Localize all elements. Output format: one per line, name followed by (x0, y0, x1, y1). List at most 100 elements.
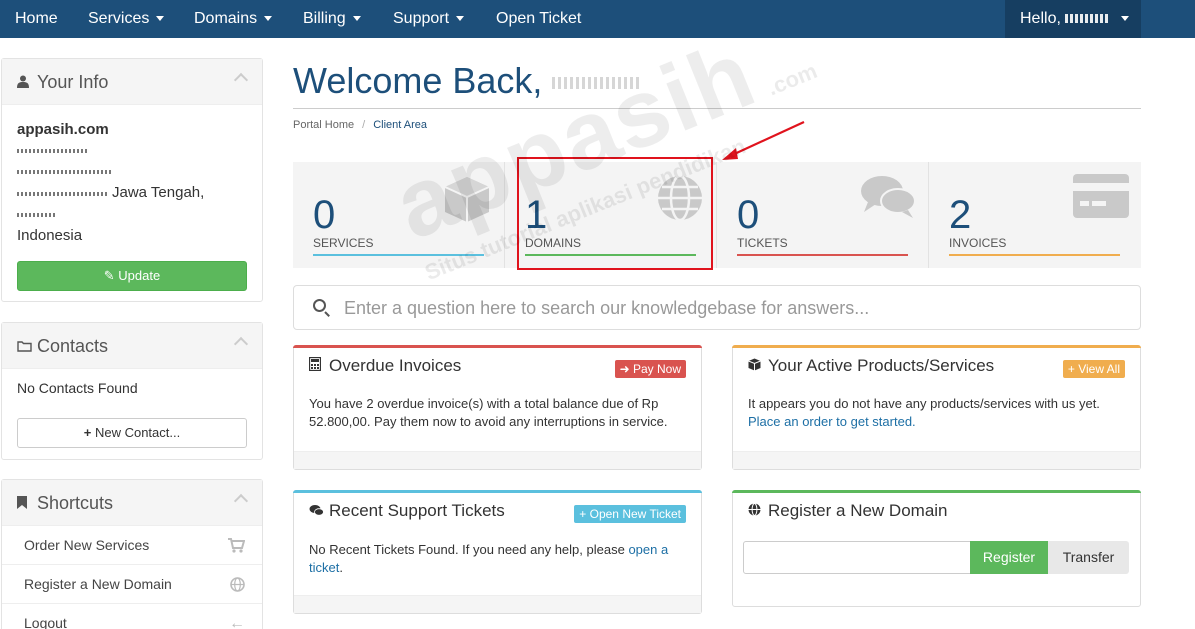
arrow-left-icon: ← (229, 615, 245, 629)
services-accent-bar (313, 254, 484, 256)
panel-heading[interactable]: Your Info (2, 59, 262, 105)
bookmark-icon (17, 481, 31, 527)
client-country: Indonesia (17, 226, 83, 244)
active-products-text: It appears you do not have any products/… (748, 396, 1100, 429)
tile-services[interactable]: 0 SERVICES (293, 162, 505, 268)
overdue-invoices-text: You have 2 overdue invoice(s) with a tot… (309, 396, 668, 429)
chevron-up-icon[interactable] (233, 493, 249, 509)
stats-tiles: 0 SERVICES 1 DOMAINS 0 TICKETS 2 INVOICE… (293, 162, 1141, 268)
chevron-up-icon[interactable] (233, 336, 249, 352)
plus-icon: + (579, 507, 587, 521)
domain-search-input[interactable] (743, 541, 971, 574)
new-contact-button[interactable]: + New Contact... (17, 418, 247, 448)
client-company: appasih.com (17, 121, 109, 138)
tickets-label: TICKETS (737, 236, 788, 250)
tile-tickets[interactable]: 0 TICKETS (717, 162, 929, 268)
client-details: appasih.com Jawa Tengah, Indonesia (2, 105, 262, 246)
card-title: Recent Support Tickets (309, 501, 505, 521)
nav-domains[interactable]: Domains (194, 0, 273, 38)
caret-down-icon (156, 16, 165, 22)
redacted-line (17, 161, 247, 182)
shortcut-register-domain[interactable]: Register a New Domain (2, 565, 262, 604)
panel-heading[interactable]: Shortcuts (2, 480, 262, 526)
comments-icon (309, 504, 325, 519)
card-footer (733, 451, 1140, 469)
tickets-count: 0 (737, 193, 760, 237)
view-all-button[interactable]: + View All (1062, 360, 1125, 378)
active-products-card: Your Active Products/Services + View All… (732, 345, 1141, 470)
card-accent (293, 345, 702, 348)
no-contacts-text: No Contacts Found (17, 380, 138, 396)
nav-services[interactable]: Services (88, 0, 165, 38)
transfer-button[interactable]: Transfer (1048, 541, 1129, 574)
top-navbar: Home Services Domains Billing Support Op… (0, 0, 1195, 38)
breadcrumb-home[interactable]: Portal Home (293, 119, 354, 131)
register-button[interactable]: Register (970, 541, 1048, 574)
card-footer (294, 451, 701, 469)
your-info-panel: Your Info appasih.com Jawa Tengah, Indon… (1, 58, 263, 302)
account-menu[interactable]: Hello, (1005, 0, 1141, 38)
shortcut-logout[interactable]: Logout ← (2, 604, 262, 629)
support-tickets-text: No Recent Tickets Found. If you need any… (309, 542, 669, 575)
page-title: Welcome Back, (293, 60, 643, 102)
caret-down-icon (352, 16, 361, 22)
arrow-right-icon: ➜ (619, 362, 630, 376)
card-footer (294, 595, 701, 613)
knowledgebase-search (293, 285, 1141, 330)
invoices-count: 2 (949, 193, 972, 237)
card-accent (732, 345, 1141, 348)
place-order-link[interactable]: Place an order to get started. (748, 414, 916, 429)
invoices-label: INVOICES (949, 236, 1007, 250)
card-title: Your Active Products/Services (748, 356, 994, 376)
contacts-panel: Contacts No Contacts Found + New Contact… (1, 322, 263, 460)
pay-now-button[interactable]: ➜ Pay Now (614, 360, 686, 378)
title-divider (293, 108, 1141, 109)
cube-icon (748, 358, 764, 374)
comments-icon (860, 174, 916, 225)
redacted-line (17, 140, 247, 161)
search-icon (313, 299, 326, 312)
pencil-icon: ✎ (103, 268, 115, 283)
calculator-icon (308, 356, 325, 374)
tile-invoices[interactable]: 2 INVOICES (929, 162, 1141, 268)
user-icon (17, 60, 31, 106)
nav-support[interactable]: Support (393, 0, 465, 38)
panel-heading[interactable]: Contacts (2, 323, 262, 369)
redacted-username (1065, 14, 1110, 24)
services-count: 0 (313, 193, 336, 237)
nav-open-ticket[interactable]: Open Ticket (496, 0, 581, 38)
knowledgebase-search-input[interactable] (344, 294, 1124, 322)
chevron-up-icon[interactable] (233, 72, 249, 88)
breadcrumb: Portal Home / Client Area (293, 119, 428, 131)
invoices-accent-bar (949, 254, 1120, 256)
register-domain-card: Register a New Domain Register Transfer (732, 490, 1141, 607)
redacted-username (552, 77, 643, 90)
client-address: Jawa Tengah, (17, 182, 247, 204)
cube-icon (442, 174, 492, 229)
overdue-invoices-card: Overdue Invoices ➜ Pay Now You have 2 ov… (293, 345, 702, 470)
annotation-arrow-icon (722, 121, 805, 160)
annotation-highlight-box (517, 157, 713, 270)
nav-home[interactable]: Home (15, 0, 58, 38)
shortcuts-panel: Shortcuts Order New Services Register a … (1, 479, 263, 629)
shortcut-order-new-services[interactable]: Order New Services (2, 526, 262, 565)
plus-icon: + (1067, 362, 1075, 376)
open-new-ticket-button[interactable]: + Open New Ticket (574, 505, 686, 523)
plus-icon: + (83, 425, 92, 440)
card-title: Overdue Invoices (308, 356, 461, 376)
nav-billing[interactable]: Billing (303, 0, 361, 38)
credit-card-icon (1073, 174, 1129, 223)
tickets-accent-bar (737, 254, 908, 256)
folder-icon (17, 324, 32, 370)
update-button[interactable]: ✎ Update (17, 261, 247, 291)
caret-down-icon (1120, 16, 1129, 22)
hello-label: Hello, (1020, 10, 1061, 27)
breadcrumb-current: Client Area (373, 119, 428, 131)
caret-down-icon (456, 16, 465, 22)
card-title: Register a New Domain (748, 501, 948, 521)
support-tickets-card: Recent Support Tickets + Open New Ticket… (293, 490, 702, 614)
caret-down-icon (264, 16, 273, 22)
card-accent (732, 490, 1141, 493)
shopping-cart-icon (228, 526, 246, 568)
globe-icon (748, 503, 764, 519)
